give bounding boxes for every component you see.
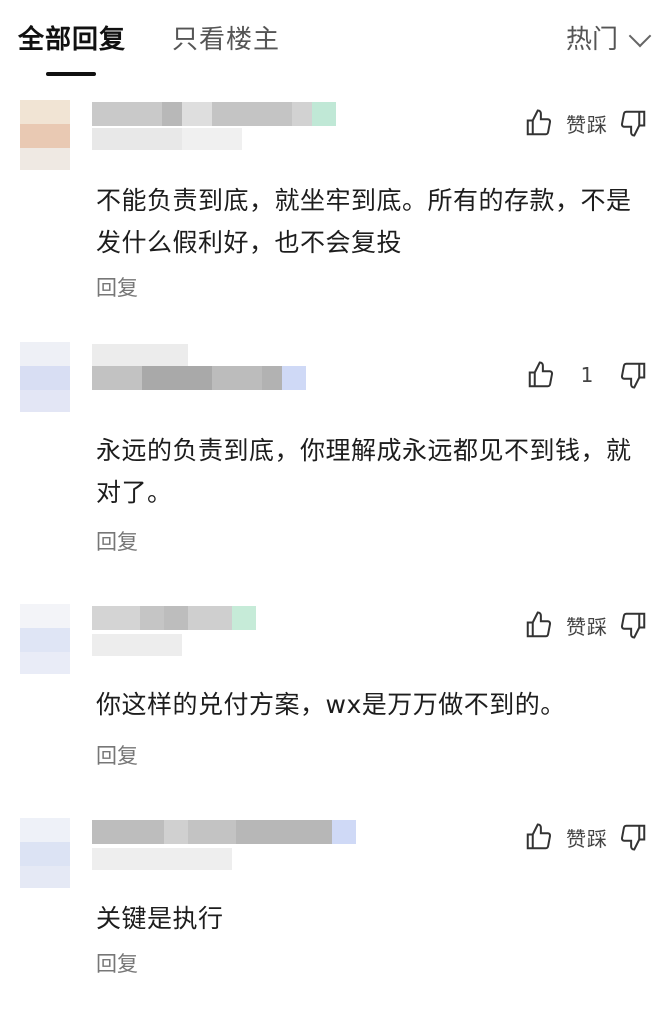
- thumbs-up-icon[interactable]: [524, 822, 554, 852]
- thumbs-down-icon[interactable]: [618, 610, 648, 640]
- vote-actions: 赞踩: [524, 108, 648, 138]
- username-blurred[interactable]: [92, 606, 256, 630]
- avatar[interactable]: [20, 342, 70, 412]
- user-meta-blurred: [92, 128, 242, 150]
- sort-dropdown[interactable]: 热门: [565, 22, 652, 58]
- comment-text: 你这样的兑付方案，wx是万万做不到的。: [96, 690, 566, 719]
- chevron-down-icon: [628, 24, 652, 48]
- username-blurred[interactable]: [92, 102, 336, 126]
- avatar[interactable]: [20, 604, 70, 674]
- thumbs-up-icon[interactable]: [526, 360, 556, 390]
- comment-item: 1 永远的负责到底，你理解成永远都见不到钱，就对了。 回复: [0, 342, 670, 572]
- comment-text: 关键是执行: [96, 904, 224, 933]
- user-meta-blurred: [92, 634, 182, 656]
- comment-item: 赞踩 不能负责到底，就坐牢到底。所有的存款，不是发什么假利好，也不会复投 回复: [0, 100, 670, 325]
- user-meta-blurred: [92, 848, 232, 870]
- vote-actions: 赞踩: [524, 610, 648, 640]
- reply-button[interactable]: 回复: [96, 948, 138, 978]
- reply-button[interactable]: 回复: [96, 526, 138, 556]
- comment-text: 不能负责到底，就坐牢到底。所有的存款，不是发什么假利好，也不会复投: [96, 186, 632, 257]
- reply-button[interactable]: 回复: [96, 740, 138, 770]
- active-tab-indicator: [46, 72, 96, 76]
- username-blurred[interactable]: [92, 366, 306, 390]
- avatar[interactable]: [20, 818, 70, 888]
- user-meta-blurred: [92, 344, 188, 366]
- comment-item: 赞踩 你这样的兑付方案，wx是万万做不到的。 回复: [0, 602, 670, 782]
- vote-text: 赞踩: [566, 614, 608, 639]
- thumbs-up-icon[interactable]: [524, 610, 554, 640]
- thumbs-up-icon[interactable]: [524, 108, 554, 138]
- tab-op-only[interactable]: 只看楼主: [172, 22, 280, 58]
- sort-label: 热门: [565, 25, 618, 55]
- vote-actions: 1: [526, 360, 648, 390]
- vote-text: 赞踩: [566, 112, 608, 137]
- thumbs-down-icon[interactable]: [618, 108, 648, 138]
- reply-button[interactable]: 回复: [96, 272, 138, 302]
- comment-item: 赞踩 关键是执行 回复: [0, 818, 670, 998]
- reply-tabs-bar: 全部回复 只看楼主 热门: [0, 0, 670, 84]
- comment-text: 永远的负责到底，你理解成永远都见不到钱，就对了。: [96, 436, 632, 507]
- vote-actions: 赞踩: [524, 822, 648, 852]
- tab-all-replies[interactable]: 全部回复: [18, 22, 126, 58]
- username-blurred[interactable]: [92, 820, 356, 844]
- avatar[interactable]: [20, 100, 70, 170]
- vote-text: 赞踩: [566, 826, 608, 851]
- vote-count: 1: [580, 363, 594, 387]
- thumbs-down-icon[interactable]: [618, 822, 648, 852]
- thumbs-down-icon[interactable]: [618, 360, 648, 390]
